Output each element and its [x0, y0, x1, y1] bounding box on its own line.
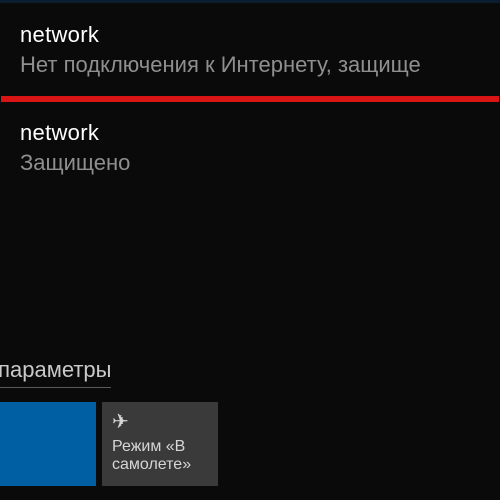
network-flyout: network Нет подключения к Интернету, защ… — [0, 0, 500, 500]
footer: евые параметры ✈ Режим «В самолете» — [0, 349, 500, 500]
wifi-tile[interactable] — [0, 402, 96, 486]
network-status: Нет подключения к Интернету, защище — [20, 52, 480, 78]
airplane-tile-label: Режим «В самолете» — [112, 438, 208, 475]
airplane-mode-tile[interactable]: ✈ Режим «В самолете» — [102, 402, 218, 486]
network-status: Защищено — [20, 150, 480, 176]
footer-heading-wrap: евые параметры — [0, 357, 500, 396]
network-name: network — [20, 120, 480, 146]
wifi-icon — [0, 410, 86, 434]
network-item-1[interactable]: network Нет подключения к Интернету, защ… — [0, 0, 500, 96]
airplane-icon: ✈ — [112, 410, 208, 434]
network-name: network — [20, 22, 480, 48]
top-border — [0, 0, 500, 3]
quick-tiles: ✈ Режим «В самолете» — [0, 396, 500, 500]
flyout-column: network Нет подключения к Интернету, защ… — [0, 0, 500, 500]
network-item-2[interactable]: network Защищено — [0, 102, 500, 194]
network-settings-link[interactable]: евые параметры — [0, 357, 111, 388]
